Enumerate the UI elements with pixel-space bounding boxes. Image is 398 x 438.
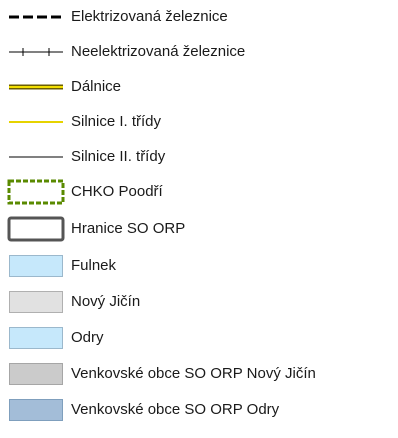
legend-label: Neelektrizovaná železnice [71, 43, 246, 60]
legend-label: CHKO Poodří [71, 183, 163, 200]
second-class-road-symbol [7, 144, 65, 170]
legend-item-orp-boundary: Hranice SO ORP [0, 216, 398, 242]
legend-item-second-class-road: Silnice II. třídy [0, 144, 398, 170]
fulnek-swatch [7, 253, 65, 279]
legend-label: Dálnice [71, 78, 122, 95]
rural-odry-swatch [7, 397, 65, 423]
legend-item-electrified-railway: Elektrizovaná železnice [0, 4, 398, 30]
map-legend: Elektrizovaná železnice Neelektrizovaná … [0, 0, 398, 438]
legend-label: Silnice I. třídy [71, 113, 162, 130]
legend-label: Fulnek [71, 257, 117, 274]
legend-label: Silnice II. třídy [71, 148, 166, 165]
novy-jicin-swatch [7, 289, 65, 315]
legend-item-odry: Odry [0, 325, 398, 351]
legend-label: Elektrizovaná železnice [71, 8, 228, 25]
rural-novy-jicin-swatch [7, 361, 65, 387]
motorway-symbol [7, 74, 65, 100]
legend-label: Venkovské obce SO ORP Nový Jičín [71, 365, 316, 382]
legend-item-fulnek: Fulnek [0, 253, 398, 279]
legend-label: Venkovské obce SO ORP Odry [71, 401, 280, 418]
legend-label: Odry [71, 329, 104, 346]
odry-swatch [7, 325, 65, 351]
first-class-road-symbol [7, 109, 65, 135]
protected-area-symbol [7, 179, 65, 205]
electrified-railway-symbol [7, 4, 65, 30]
legend-item-rural-novy-jicin: Venkovské obce SO ORP Nový Jičín [0, 361, 398, 387]
non-electrified-railway-symbol [7, 39, 65, 65]
legend-label: Nový Jičín [71, 293, 141, 310]
orp-boundary-symbol [7, 216, 65, 242]
legend-item-chko-poodri: CHKO Poodří [0, 179, 398, 205]
legend-label: Hranice SO ORP [71, 220, 186, 237]
legend-item-novy-jicin: Nový Jičín [0, 289, 398, 315]
legend-item-non-electrified-railway: Neelektrizovaná železnice [0, 39, 398, 65]
legend-item-rural-odry: Venkovské obce SO ORP Odry [0, 397, 398, 423]
legend-item-motorway: Dálnice [0, 74, 398, 100]
legend-item-first-class-road: Silnice I. třídy [0, 109, 398, 135]
